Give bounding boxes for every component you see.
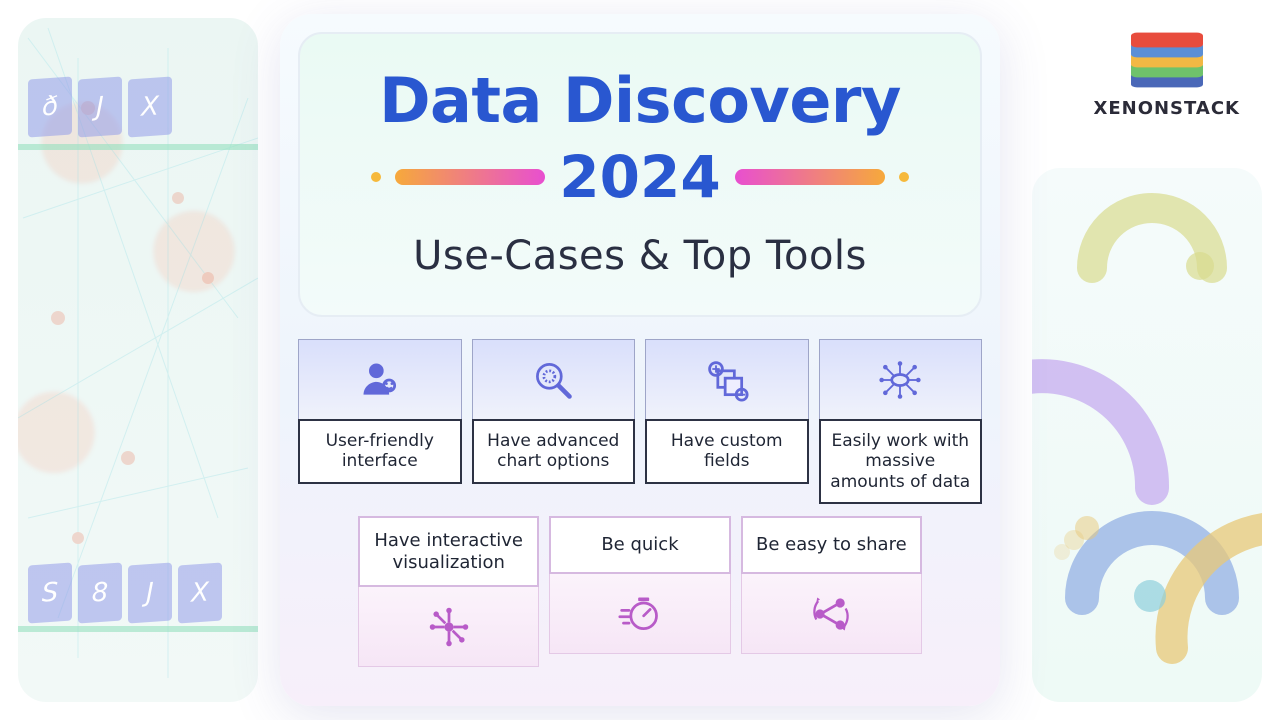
feature-label: Easily work with massive amounts of data — [819, 419, 983, 504]
gradient-pill-icon — [395, 169, 545, 185]
interactive-viz-icon — [427, 605, 471, 649]
feature-label: Have interactive visualization — [358, 516, 539, 587]
user-friendly-icon — [358, 358, 402, 402]
feature-label: Have advanced chart options — [472, 419, 636, 484]
dot-icon — [371, 172, 381, 182]
quick-icon — [618, 592, 662, 636]
feature-card: User-friendly interface — [298, 339, 462, 504]
feature-card: Easily work with massive amounts of data — [819, 339, 983, 504]
feature-label: Have custom fields — [645, 419, 809, 484]
dot-icon — [899, 172, 909, 182]
stack-icon — [1131, 26, 1203, 88]
custom-fields-icon — [705, 358, 749, 402]
feature-card: Have custom fields — [645, 339, 809, 504]
subtitle: Use-Cases & Top Tools — [320, 233, 960, 279]
title-year: 2024 — [559, 143, 720, 211]
gradient-pill-icon — [735, 169, 885, 185]
feature-grid: User-friendly interface Have advanced ch… — [298, 339, 982, 667]
swirl-graphic — [1032, 168, 1262, 702]
feature-label: User-friendly interface — [298, 419, 462, 484]
decorative-left-panel: ðJX S8JX — [18, 18, 258, 702]
massive-data-icon — [878, 358, 922, 402]
feature-card: Have interactive visualization — [358, 516, 539, 667]
title-panel: Data Discovery 2024 Use-Cases & Top Tool… — [298, 32, 982, 317]
main-card: Data Discovery 2024 Use-Cases & Top Tool… — [280, 14, 1000, 706]
brand-logo: XENONSTACK — [1093, 26, 1240, 119]
chart-options-icon — [531, 358, 575, 402]
title-year-row: 2024 — [320, 143, 960, 211]
title-main: Data Discovery — [320, 64, 960, 137]
feature-card: Have advanced chart options — [472, 339, 636, 504]
feature-card: Be quick — [549, 516, 730, 667]
share-icon — [809, 592, 853, 636]
feature-card: Be easy to share — [741, 516, 922, 667]
decorative-right-panel — [1032, 168, 1262, 702]
feature-label: Be easy to share — [741, 516, 922, 574]
brand-name: XENONSTACK — [1093, 98, 1240, 119]
feature-label: Be quick — [549, 516, 730, 574]
